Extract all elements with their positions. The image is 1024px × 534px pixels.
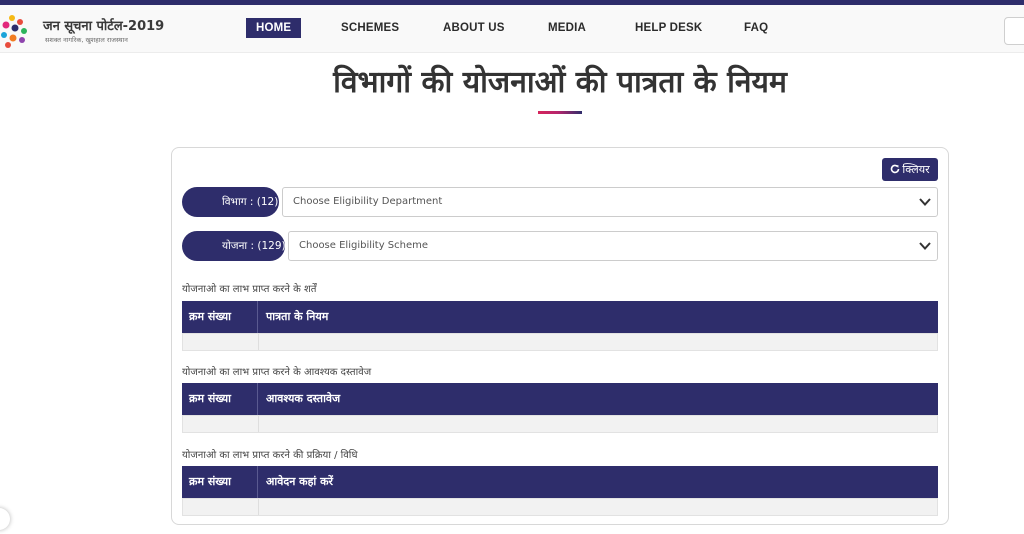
serial-number-header: क्रम संख्या [189, 475, 231, 488]
nav-home[interactable]: HOME [246, 18, 302, 38]
nav-help-desk[interactable]: HELP DESK [635, 18, 702, 38]
nav-about-us[interactable]: ABOUT US [443, 18, 505, 38]
nav-media[interactable]: MEDIA [548, 18, 586, 38]
portal-logo[interactable] [0, 13, 40, 53]
department-select-value: Choose Eligibility Department [293, 196, 443, 207]
nav-faq[interactable]: FAQ [744, 18, 768, 38]
brand-title: जन सूचना पोर्टल-2019 [43, 19, 165, 34]
header-search-box[interactable] [1004, 17, 1024, 45]
table-header: क्रम संख्या आवेदन कहां करें [182, 466, 938, 498]
page-title: विभागों की योजनाओं की पात्रता के नियम [333, 65, 787, 100]
site-header: जन सूचना पोर्टल-2019 सशक्त नागरिक, खुशहा… [0, 5, 1024, 53]
table-header: क्रम संख्या पात्रता के नियम [182, 301, 938, 333]
eligibility-panel: क्लियर विभाग : (12) Choose Eligibility D… [171, 147, 949, 525]
conditions-caption: योजनाओ का लाभ प्राप्त करने के शर्तें [182, 284, 317, 295]
table-row [182, 498, 938, 516]
required-documents-header: आवश्यक दस्तावेज [266, 392, 341, 405]
where-to-apply-header: आवेदन कहां करें [266, 475, 334, 488]
chevron-down-icon [919, 198, 931, 206]
chevron-down-icon [919, 242, 931, 250]
floating-side-button[interactable] [0, 508, 10, 530]
process-caption: योजनाओ का लाभ प्राप्त करने की प्रक्रिया … [182, 450, 358, 461]
table-row [182, 415, 938, 433]
brand-subtitle: सशक्त नागरिक, खुशहाल राजस्थान [45, 36, 128, 44]
nav-schemes[interactable]: SCHEMES [341, 18, 399, 38]
serial-number-header: क्रम संख्या [189, 310, 231, 323]
documents-caption: योजनाओ का लाभ प्राप्त करने के आवश्यक दस्… [182, 367, 372, 378]
refresh-icon [891, 164, 900, 174]
table-header: क्रम संख्या आवश्यक दस्तावेज [182, 383, 938, 415]
department-select[interactable]: Choose Eligibility Department [282, 187, 938, 217]
scheme-label: योजना : (129) [182, 231, 286, 261]
clear-button[interactable]: क्लियर [882, 158, 938, 181]
table-row [182, 333, 938, 351]
serial-number-header: क्रम संख्या [189, 392, 231, 405]
eligibility-rules-header: पात्रता के नियम [266, 310, 329, 323]
scheme-select-value: Choose Eligibility Scheme [299, 240, 429, 251]
title-underline [538, 111, 582, 114]
department-label: विभाग : (12) [182, 187, 279, 217]
scheme-select[interactable]: Choose Eligibility Scheme [288, 231, 938, 261]
clear-button-label: क्लियर [902, 163, 930, 176]
